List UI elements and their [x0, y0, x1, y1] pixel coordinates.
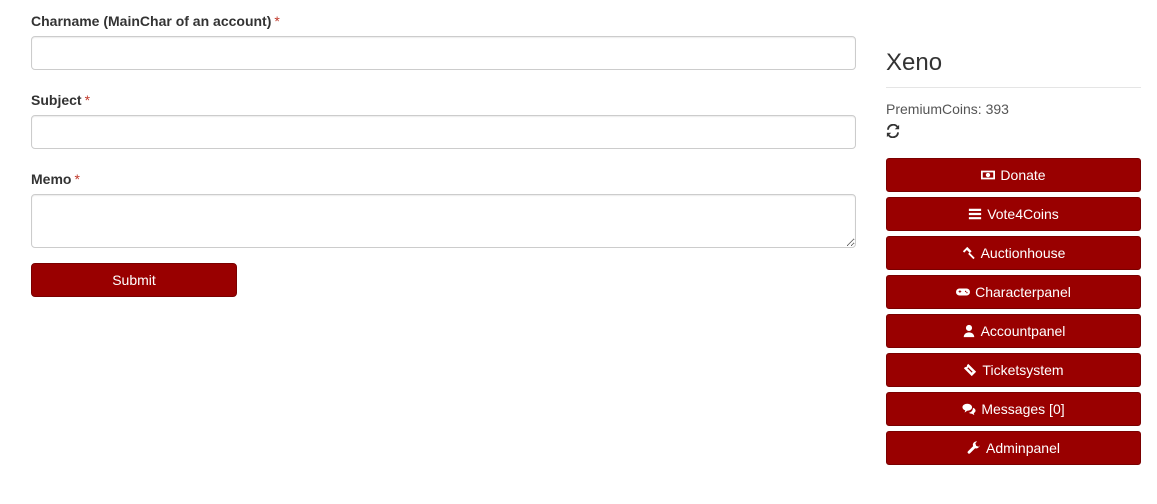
memo-textarea[interactable] [31, 194, 856, 248]
subject-label: Subject * [31, 92, 91, 108]
required-marker: * [74, 171, 80, 187]
refresh-icon[interactable] [886, 124, 900, 138]
accountpanel-button[interactable]: Accountpanel [886, 314, 1141, 348]
sidebar-menu: Donate Vote4Coins Auctionhouse Character… [886, 158, 1141, 465]
money-icon [981, 170, 996, 180]
required-marker: * [274, 13, 280, 29]
user-icon [963, 324, 974, 338]
divider [886, 87, 1141, 88]
ticket-form: Charname (MainChar of an account) * Subje… [31, 0, 856, 297]
vote4coins-button[interactable]: Vote4Coins [886, 197, 1141, 231]
gamepad-icon [956, 288, 971, 296]
messages-button[interactable]: Messages [0] [886, 392, 1141, 426]
charname-label: Charname (MainChar of an account) * [31, 13, 280, 29]
wrench-icon [967, 441, 980, 454]
comments-icon [962, 403, 976, 416]
auctionhouse-button[interactable]: Auctionhouse [886, 236, 1141, 270]
characterpanel-button[interactable]: Characterpanel [886, 275, 1141, 309]
charname-input[interactable] [31, 36, 856, 70]
list-icon [969, 208, 982, 220]
gavel-icon [962, 246, 975, 260]
username-heading: Xeno [886, 49, 943, 76]
ticket-icon [964, 363, 977, 377]
premium-coins-text: PremiumCoins: 393 [886, 101, 1009, 117]
ticketsystem-button[interactable]: Ticketsystem [886, 353, 1141, 387]
donate-button[interactable]: Donate [886, 158, 1141, 192]
submit-button[interactable]: Submit [31, 263, 237, 297]
subject-input[interactable] [31, 115, 856, 149]
required-marker: * [84, 92, 91, 108]
adminpanel-button[interactable]: Adminpanel [886, 431, 1141, 465]
memo-label: Memo * [31, 171, 80, 187]
user-sidebar: Xeno PremiumCoins: 393 Donate Vote4Coins… [886, 0, 1141, 470]
